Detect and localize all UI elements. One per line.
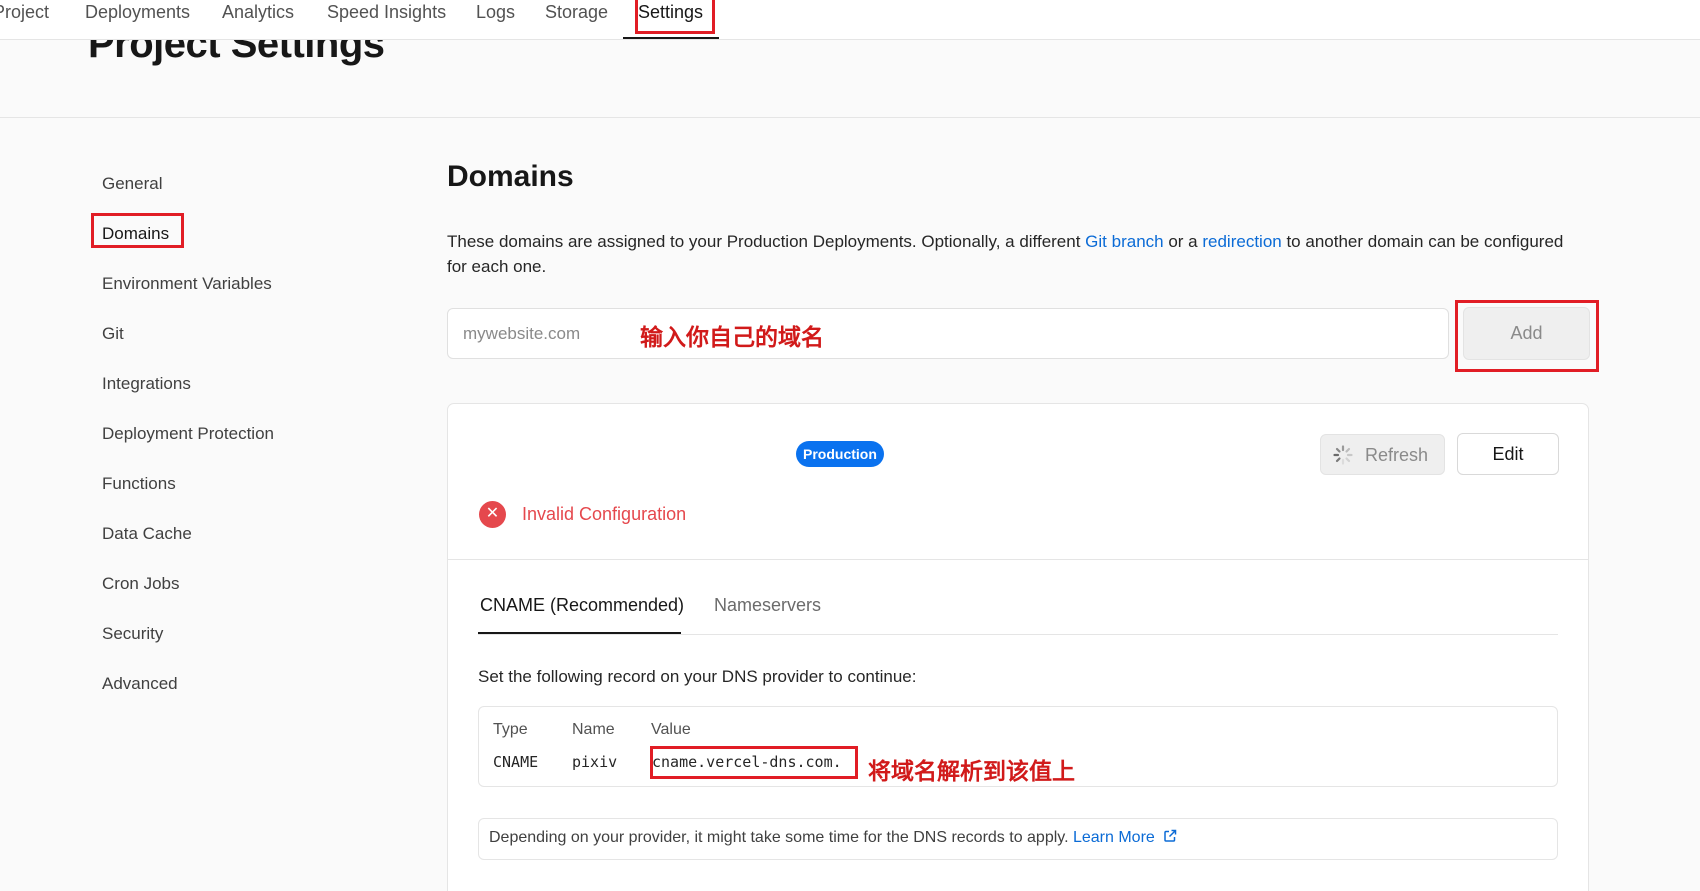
tab-deployments[interactable]: Deployments bbox=[85, 0, 190, 40]
tab-storage[interactable]: Storage bbox=[545, 0, 608, 40]
dns-instructions: Set the following record on your DNS pro… bbox=[478, 667, 917, 686]
git-branch-link[interactable]: Git branch bbox=[1085, 232, 1163, 251]
record-header-value: Value bbox=[651, 721, 691, 738]
page-title: Project Settings bbox=[88, 40, 385, 66]
record-name: pixiv bbox=[572, 753, 618, 771]
refresh-label: Refresh bbox=[1365, 445, 1429, 465]
refresh-button[interactable]: Refresh bbox=[1320, 434, 1445, 475]
top-navigation: Project Deployments Analytics Speed Insi… bbox=[0, 0, 1700, 40]
production-badge: Production bbox=[796, 441, 884, 467]
sidebar-item-advanced[interactable]: Advanced bbox=[102, 674, 178, 694]
tab-speed-insights[interactable]: Speed Insights bbox=[327, 0, 446, 40]
sidebar-item-domains[interactable]: Domains bbox=[102, 224, 169, 244]
sidebar-item-data-cache[interactable]: Data Cache bbox=[102, 524, 192, 544]
sidebar-item-git[interactable]: Git bbox=[102, 324, 124, 344]
record-header-type: Type bbox=[493, 721, 528, 738]
sidebar-item-environment-variables[interactable]: Environment Variables bbox=[102, 274, 272, 294]
active-tab-indicator bbox=[623, 37, 719, 39]
dns-record-box bbox=[478, 706, 1558, 787]
tab-analytics[interactable]: Analytics bbox=[222, 0, 294, 40]
learn-more-label: Learn More bbox=[1072, 829, 1155, 846]
tab-nameservers[interactable]: Nameservers bbox=[714, 595, 821, 616]
note-text: Depending on your provider, it might tak… bbox=[489, 829, 1073, 846]
card-divider bbox=[448, 559, 1588, 560]
description-text: These domains are assigned to your Produ… bbox=[447, 232, 1086, 251]
sidebar-item-functions[interactable]: Functions bbox=[102, 474, 176, 494]
sidebar-item-cron-jobs[interactable]: Cron Jobs bbox=[102, 574, 179, 594]
record-type: CNAME bbox=[493, 753, 539, 771]
tab-logs[interactable]: Logs bbox=[476, 0, 515, 40]
tab-settings[interactable]: Settings bbox=[638, 0, 703, 40]
spinner-icon bbox=[1333, 445, 1353, 470]
sidebar-item-general[interactable]: General bbox=[102, 174, 162, 194]
sidebar-item-deployment-protection[interactable]: Deployment Protection bbox=[102, 424, 274, 444]
active-dns-tab-indicator bbox=[478, 632, 681, 634]
redirection-link[interactable]: redirection bbox=[1202, 232, 1281, 251]
tabs-divider bbox=[478, 634, 1558, 635]
invalid-configuration-text: Invalid Configuration bbox=[522, 504, 687, 524]
external-link-icon bbox=[1164, 829, 1177, 842]
propagation-note: Depending on your provider, it might tak… bbox=[489, 829, 1177, 847]
domain-input[interactable] bbox=[447, 308, 1449, 359]
record-value[interactable]: cname.vercel-dns.com. bbox=[652, 753, 842, 771]
sidebar-item-security[interactable]: Security bbox=[102, 624, 163, 644]
section-description: These domains are assigned to your Produ… bbox=[447, 229, 1577, 279]
sidebar-item-integrations[interactable]: Integrations bbox=[102, 374, 191, 394]
page-header: Project Settings bbox=[0, 40, 1700, 118]
learn-more-link[interactable]: Learn More bbox=[1073, 829, 1177, 846]
add-domain-button[interactable]: Add bbox=[1463, 307, 1590, 360]
tab-project[interactable]: Project bbox=[0, 0, 49, 40]
edit-button[interactable]: Edit bbox=[1457, 433, 1559, 475]
record-header-name: Name bbox=[572, 721, 615, 738]
tab-cname[interactable]: CNAME (Recommended) bbox=[480, 595, 684, 616]
error-x-icon: ✕ bbox=[479, 501, 506, 528]
description-text: or a bbox=[1163, 232, 1203, 251]
section-title: Domains bbox=[447, 160, 574, 193]
